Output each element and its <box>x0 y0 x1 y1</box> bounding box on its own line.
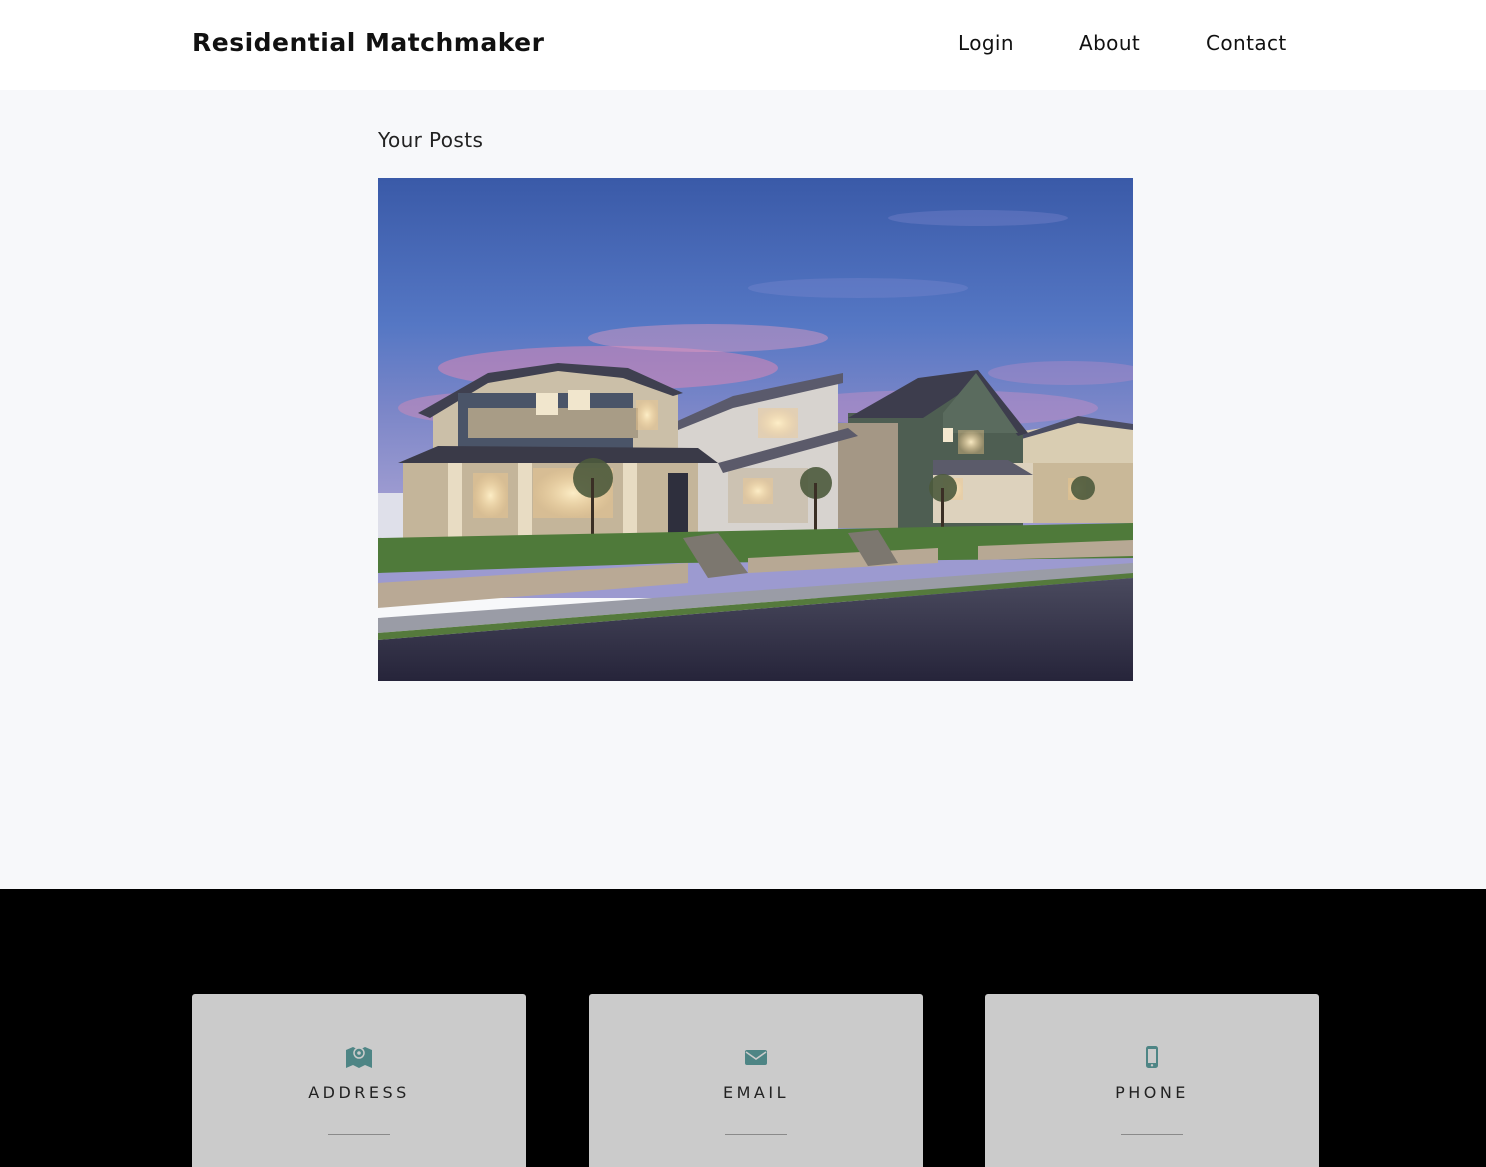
phone-divider <box>1121 1134 1183 1135</box>
address-divider <box>328 1134 390 1135</box>
phone-card: PHONE <box>985 994 1319 1167</box>
mobile-phone-icon <box>1146 1046 1158 1068</box>
phone-title: PHONE <box>1115 1083 1189 1102</box>
main-content: Your Posts <box>0 90 1486 889</box>
navbar: Residential Matchmaker Login About Conta… <box>0 0 1486 90</box>
map-marker-icon <box>346 1047 372 1068</box>
posts-heading: Your Posts <box>378 128 484 152</box>
address-title: ADDRESS <box>308 1083 410 1102</box>
nav-link-about[interactable]: About <box>1079 31 1140 55</box>
nav-link-contact[interactable]: Contact <box>1206 31 1287 55</box>
email-divider <box>725 1134 787 1135</box>
footer: ADDRESS EMAIL PHONE <box>0 889 1486 1167</box>
brand-logo[interactable]: Residential Matchmaker <box>192 28 544 57</box>
envelope-icon <box>745 1050 767 1065</box>
email-card: EMAIL <box>589 994 923 1167</box>
email-title: EMAIL <box>723 1083 789 1102</box>
post-image[interactable] <box>378 178 1133 681</box>
nav-link-login[interactable]: Login <box>958 31 1014 55</box>
address-card: ADDRESS <box>192 994 526 1167</box>
